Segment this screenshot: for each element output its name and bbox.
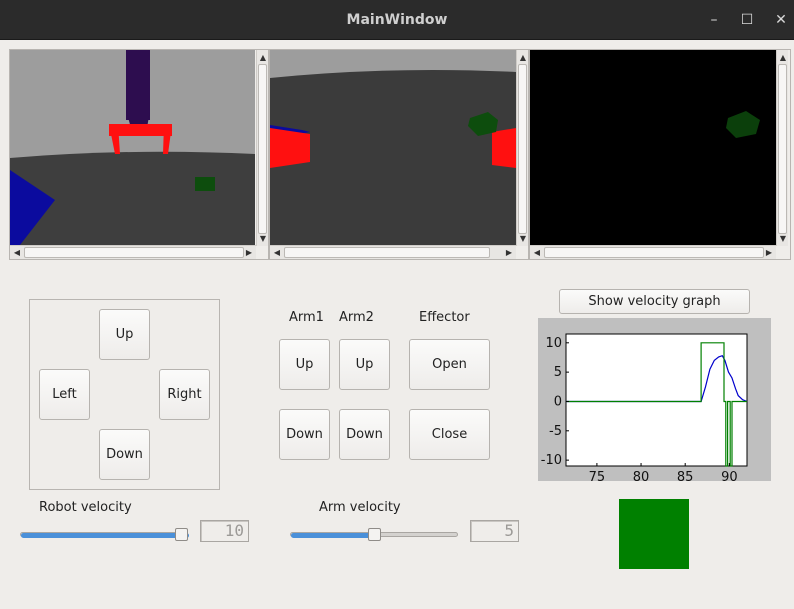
camera-1-vertical-scrollbar[interactable]: ▲ ▼ <box>256 50 268 246</box>
effector-open-button[interactable]: Open <box>409 339 490 390</box>
scroll-left-icon[interactable]: ◀ <box>271 247 283 259</box>
scroll-right-icon[interactable]: ▶ <box>503 247 515 259</box>
arm1-down-button[interactable]: Down <box>279 409 330 460</box>
arm-velocity-display: 5 <box>470 520 519 542</box>
move-up-button[interactable]: Up <box>99 309 150 360</box>
scrollbar-thumb[interactable] <box>258 64 267 234</box>
arm2-down-button[interactable]: Down <box>339 409 390 460</box>
camera-image-3 <box>530 50 776 245</box>
camera-view-3: ▲ ▼ ◀ ▶ <box>529 49 791 260</box>
x-tick-label: 80 <box>633 470 650 481</box>
velocity-graph: 75 80 85 90 10 5 0 -5 -10 <box>538 318 771 485</box>
arm-velocity-slider[interactable] <box>290 528 458 541</box>
move-down-button[interactable]: Down <box>99 429 150 480</box>
slider-handle[interactable] <box>367 528 381 541</box>
show-velocity-graph-button[interactable]: Show velocity graph <box>559 289 750 314</box>
minimize-icon[interactable]: – <box>702 8 726 32</box>
close-icon[interactable]: ✕ <box>769 8 793 32</box>
scrollbar-thumb[interactable] <box>284 247 490 258</box>
effector-close-button[interactable]: Close <box>409 409 490 460</box>
arm2-up-button[interactable]: Up <box>339 339 390 390</box>
slider-fill <box>291 533 375 538</box>
scrollbar-thumb[interactable] <box>544 247 764 258</box>
scroll-down-icon[interactable]: ▼ <box>517 233 529 245</box>
scroll-up-icon[interactable]: ▲ <box>257 52 269 64</box>
status-indicator <box>619 499 689 569</box>
scroll-left-icon[interactable]: ◀ <box>531 247 543 259</box>
y-tick-label: 10 <box>545 336 562 351</box>
scroll-up-icon[interactable]: ▲ <box>777 52 789 64</box>
scroll-down-icon[interactable]: ▼ <box>257 233 269 245</box>
camera-view-1: ▲ ▼ ◀ ▶ <box>9 49 269 260</box>
scroll-right-icon[interactable]: ▶ <box>763 247 775 259</box>
scroll-left-icon[interactable]: ◀ <box>11 247 23 259</box>
camera-view-2: ▲ ▼ ◀ ▶ <box>269 49 529 260</box>
camera-3-vertical-scrollbar[interactable]: ▲ ▼ <box>776 50 788 246</box>
arm2-label: Arm2 <box>339 310 374 325</box>
y-tick-label: 5 <box>554 365 562 380</box>
maximize-icon[interactable]: ☐ <box>735 8 759 32</box>
camera-1-horizontal-scrollbar[interactable]: ◀ ▶ <box>10 245 256 259</box>
scroll-up-icon[interactable]: ▲ <box>517 52 529 64</box>
effector-label: Effector <box>419 310 470 325</box>
robot-velocity-slider[interactable] <box>20 528 189 541</box>
plot-area <box>565 333 748 467</box>
window-title: MainWindow <box>346 12 448 28</box>
slider-fill <box>21 533 189 538</box>
camera-image-1 <box>10 50 255 245</box>
robot-velocity-display: 10 <box>200 520 249 542</box>
camera-3-horizontal-scrollbar[interactable]: ◀ ▶ <box>530 245 776 259</box>
camera-image-2 <box>270 50 516 245</box>
scrollbar-thumb[interactable] <box>778 64 787 234</box>
camera-2-vertical-scrollbar[interactable]: ▲ ▼ <box>516 50 528 246</box>
move-right-button[interactable]: Right <box>159 369 210 420</box>
x-tick-label: 90 <box>721 470 738 481</box>
x-tick-label: 75 <box>589 470 606 481</box>
scrollbar-thumb[interactable] <box>24 247 244 258</box>
y-tick-label: -5 <box>549 424 562 439</box>
robot-velocity-label: Robot velocity <box>39 500 132 515</box>
scrollbar-thumb[interactable] <box>518 64 527 234</box>
scroll-right-icon[interactable]: ▶ <box>243 247 255 259</box>
arm-velocity-label: Arm velocity <box>319 500 401 515</box>
x-tick-label: 85 <box>677 470 694 481</box>
arm1-up-button[interactable]: Up <box>279 339 330 390</box>
scroll-down-icon[interactable]: ▼ <box>777 233 789 245</box>
velocity-chart: 75 80 85 90 10 5 0 -5 -10 <box>541 333 748 485</box>
slider-track <box>20 532 189 538</box>
camera-2-horizontal-scrollbar[interactable]: ◀ ▶ <box>270 245 516 259</box>
arm1-label: Arm1 <box>289 310 324 325</box>
y-tick-label: -10 <box>541 453 562 468</box>
title-bar: MainWindow – ☐ ✕ <box>0 0 794 40</box>
slider-handle[interactable] <box>175 528 188 541</box>
move-left-button[interactable]: Left <box>39 369 90 420</box>
y-tick-label: 0 <box>554 394 562 409</box>
